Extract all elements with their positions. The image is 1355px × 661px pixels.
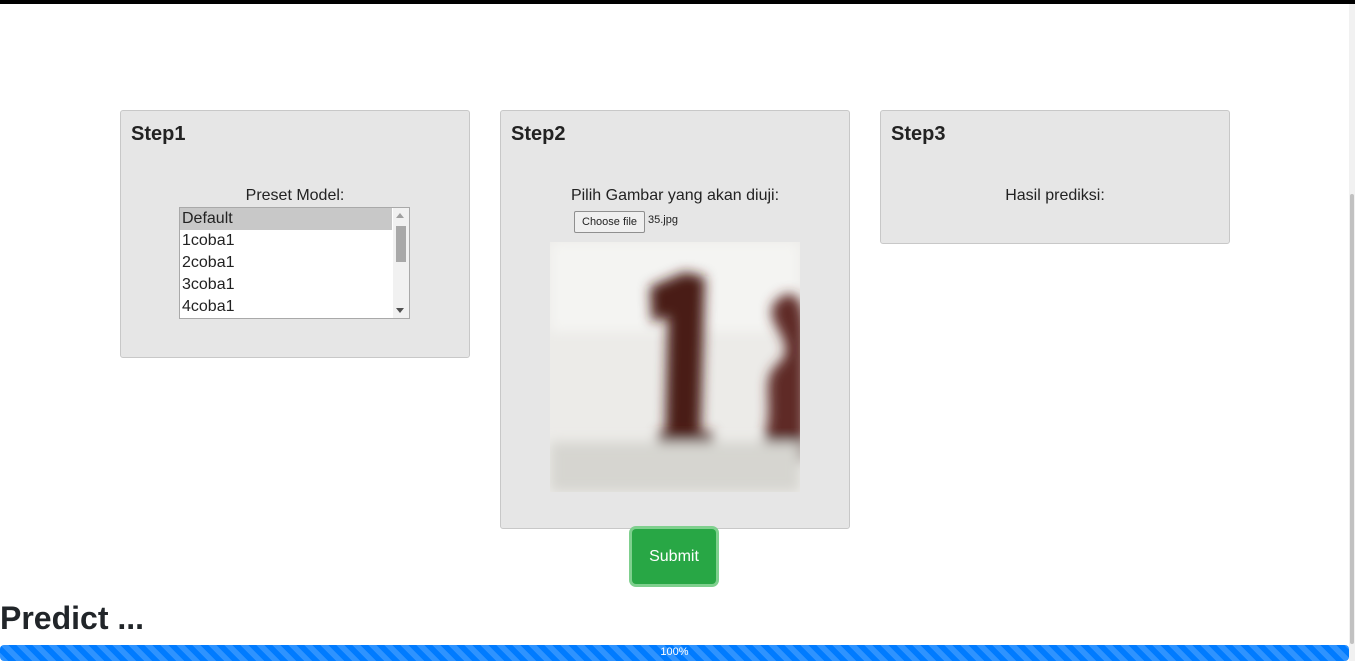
choose-image-label: Pilih Gambar yang akan diuji: [570, 187, 780, 204]
step1-card: Step1 Preset Model: Default 1coba1 2coba… [120, 110, 470, 358]
page-scrollbar-thumb[interactable] [1350, 194, 1354, 644]
step2-title: Step2 [511, 123, 566, 145]
preset-model-label: Preset Model: [245, 187, 345, 204]
scroll-up-arrow-icon[interactable] [396, 213, 404, 218]
digit-image [550, 242, 800, 492]
top-border [0, 0, 1355, 4]
listbox-scrollbar[interactable] [393, 208, 409, 318]
submit-button[interactable]: Submit [632, 529, 716, 584]
predict-heading: Predict ... [0, 600, 145, 636]
step2-card: Step2 Pilih Gambar yang akan diuji: Choo… [500, 110, 850, 529]
step1-title: Step1 [131, 123, 186, 145]
choose-file-button[interactable]: Choose file [574, 211, 646, 233]
page-scrollbar[interactable] [1349, 4, 1355, 661]
progress-bar: 100% [0, 645, 1349, 661]
preset-option[interactable]: 1coba1 [180, 230, 392, 252]
prediction-result-label: Hasil prediksi: [1005, 187, 1105, 204]
listbox-scroll-thumb[interactable] [396, 226, 406, 262]
step3-card: Step3 Hasil prediksi: [880, 110, 1230, 244]
selected-file-name: 35.jpg [648, 214, 678, 226]
preset-model-listbox[interactable]: Default 1coba1 2coba1 3coba1 4coba1 [179, 207, 410, 319]
preset-option[interactable]: 3coba1 [180, 274, 392, 296]
step3-title: Step3 [891, 123, 946, 145]
progress-label: 100% [660, 646, 689, 658]
preset-option[interactable]: Default [180, 208, 392, 230]
preset-option[interactable]: 4coba1 [180, 296, 392, 318]
image-preview [550, 242, 800, 492]
preset-option[interactable]: 2coba1 [180, 252, 392, 274]
scroll-down-arrow-icon[interactable] [396, 308, 404, 313]
